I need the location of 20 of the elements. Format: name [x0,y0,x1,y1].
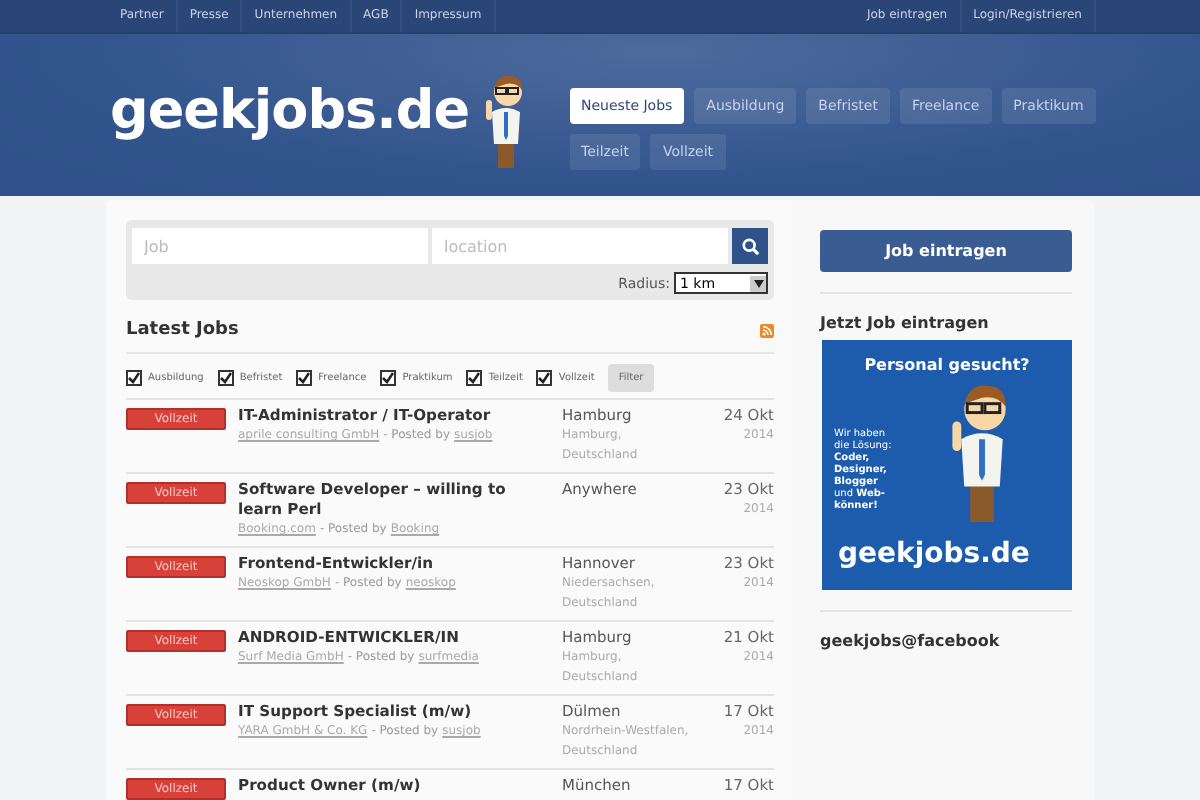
mascot-drawing [485,75,522,168]
search-icon [741,237,759,255]
site-logo[interactable]: geekjobs.de [110,78,470,146]
banner-headline: Personal gesucht? [864,356,1030,374]
filter-checkbox[interactable] [296,370,313,386]
section-heading: Latest Jobs [126,320,239,340]
filter-checkbox[interactable] [126,370,142,386]
filter-checkbox[interactable] [466,370,483,386]
mascot-drawing [952,385,1006,523]
banner-logo: geekjobs.de [838,538,1030,570]
filter-checkbox[interactable] [380,370,397,386]
filter-checkbox[interactable] [217,370,234,386]
caret-icon [753,279,763,287]
search-button[interactable] [732,228,768,264]
filter-checkbox[interactable] [536,370,553,386]
post-job-button[interactable]: Job eintragen [820,230,1072,272]
sidebar-heading: Jetzt Job eintragen [820,314,991,332]
location-field[interactable]: location [432,228,728,264]
sidebar-heading: geekjobs@facebook [820,632,1002,650]
rss-icon[interactable] [760,323,774,337]
